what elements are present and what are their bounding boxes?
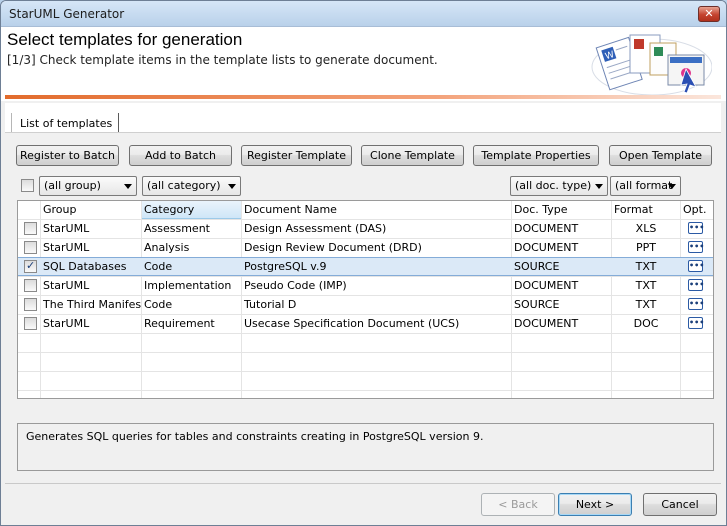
cell-category: Assessment: [144, 222, 210, 235]
documents-with-cursor-icon: W: [591, 34, 712, 96]
cell-document-name: PostgreSQL v.9: [244, 260, 327, 273]
cell-format: TXT: [635, 279, 657, 292]
header-accent-line: [5, 95, 721, 99]
template-description: Generates SQL queries for tables and con…: [17, 423, 714, 471]
templates-grid: Group Category Document Name Doc. Type F…: [17, 200, 714, 399]
chevron-down-icon: [595, 184, 603, 189]
window-title: StarUML Generator: [9, 7, 125, 21]
cell-group: The Third Manifesto: [43, 298, 141, 311]
row-checkbox[interactable]: [24, 279, 37, 292]
options-ellipsis-button[interactable]: •••: [688, 222, 704, 234]
cell-group: StarUML: [43, 279, 90, 292]
cell-format: TXT: [635, 260, 657, 273]
cell-category: Implementation: [144, 279, 232, 292]
cell-doc-type: DOCUMENT: [514, 317, 579, 330]
column-header-doc-type[interactable]: Doc. Type: [512, 201, 611, 219]
chevron-down-icon: [124, 184, 132, 189]
cell-document-name: Pseudo Code (IMP): [244, 279, 347, 292]
table-row[interactable]: The Third Manifesto Code Tutorial D SOUR…: [18, 295, 713, 314]
add-to-batch-button[interactable]: Add to Batch: [129, 145, 232, 166]
register-to-batch-button[interactable]: Register to Batch: [16, 145, 119, 166]
row-checkbox[interactable]: [24, 298, 37, 311]
cell-format: TXT: [635, 298, 657, 311]
back-button[interactable]: < Back: [481, 493, 555, 516]
select-all-checkbox[interactable]: [21, 179, 34, 192]
row-checkbox[interactable]: [24, 259, 37, 273]
options-ellipsis-button[interactable]: •••: [688, 260, 704, 272]
category-filter-value: (all category): [147, 179, 221, 192]
cell-category: Code: [144, 260, 173, 273]
chevron-down-icon: [228, 184, 236, 189]
clone-template-button[interactable]: Clone Template: [361, 145, 464, 166]
column-header-document-name[interactable]: Document Name: [242, 201, 511, 219]
cell-doc-type: DOCUMENT: [514, 222, 579, 235]
next-button[interactable]: Next >: [558, 493, 632, 516]
tab-strip: List of templates: [5, 103, 721, 135]
cell-format: XLS: [635, 222, 657, 235]
table-row[interactable]: StarUML Assessment Design Assessment (DA…: [18, 219, 713, 238]
cell-doc-type: DOCUMENT: [514, 241, 579, 254]
group-filter-value: (all group): [44, 179, 101, 192]
options-ellipsis-button[interactable]: •••: [688, 279, 704, 291]
column-header-format[interactable]: Format: [612, 201, 680, 219]
table-row[interactable]: StarUML Requirement Usecase Specificatio…: [18, 314, 713, 333]
cell-doc-type: DOCUMENT: [514, 279, 579, 292]
open-template-button[interactable]: Open Template: [609, 145, 712, 166]
column-header-opt[interactable]: Opt.: [681, 201, 713, 219]
cell-category: Requirement: [144, 317, 215, 330]
register-template-button[interactable]: Register Template: [241, 145, 352, 166]
row-divider: [18, 352, 713, 353]
cell-document-name: Usecase Specification Document (UCS): [244, 317, 460, 330]
cell-group: StarUML: [43, 222, 90, 235]
template-properties-button[interactable]: Template Properties: [473, 145, 599, 166]
column-header-category[interactable]: Category: [142, 201, 241, 219]
cell-group: StarUML: [43, 241, 90, 254]
footer-divider: [5, 483, 721, 484]
cell-document-name: Design Assessment (DAS): [244, 222, 387, 235]
doc-type-filter-value: (all doc. type): [515, 179, 592, 192]
cell-doc-type: SOURCE: [514, 260, 560, 273]
wizard-header: Select templates for generation [1/3] Ch…: [1, 27, 726, 101]
table-row[interactable]: SQL Databases Code PostgreSQL v.9 SOURCE…: [18, 257, 713, 276]
table-row[interactable]: StarUML Analysis Design Review Document …: [18, 238, 713, 257]
cell-document-name: Tutorial D: [244, 298, 297, 311]
row-divider: [18, 333, 713, 334]
page-title: Select templates for generation: [7, 30, 243, 49]
row-checkbox[interactable]: [24, 317, 37, 330]
format-filter-value: (all format: [615, 179, 673, 192]
cell-category: Analysis: [144, 241, 190, 254]
cell-format: DOC: [633, 317, 659, 330]
cell-group: SQL Databases: [43, 260, 127, 273]
cancel-button[interactable]: Cancel: [643, 493, 717, 516]
cell-format: PPT: [636, 241, 656, 254]
generator-window: StarUML Generator ✕ Select templates for…: [0, 0, 727, 526]
options-ellipsis-button[interactable]: •••: [688, 241, 704, 253]
row-divider: [18, 371, 713, 372]
row-divider: [18, 390, 713, 391]
column-header-group[interactable]: Group: [41, 201, 141, 219]
row-checkbox[interactable]: [24, 222, 37, 235]
group-filter-select[interactable]: (all group): [39, 176, 137, 196]
cell-category: Code: [144, 298, 173, 311]
templates-panel: Register to Batch Add to Batch Register …: [5, 132, 721, 517]
format-filter-select[interactable]: (all format: [610, 176, 681, 196]
title-bar[interactable]: StarUML Generator ✕: [1, 1, 726, 27]
table-row[interactable]: StarUML Implementation Pseudo Code (IMP)…: [18, 276, 713, 295]
row-checkbox[interactable]: [24, 241, 37, 254]
close-button[interactable]: ✕: [698, 6, 720, 22]
page-subtitle: [1/3] Check template items in the templa…: [7, 53, 438, 67]
cell-doc-type: SOURCE: [514, 298, 560, 311]
doc-type-filter-select[interactable]: (all doc. type): [510, 176, 608, 196]
cell-document-name: Design Review Document (DRD): [244, 241, 422, 254]
options-ellipsis-button[interactable]: •••: [688, 317, 704, 329]
options-ellipsis-button[interactable]: •••: [688, 298, 704, 310]
chevron-down-icon: [668, 184, 676, 189]
category-filter-select[interactable]: (all category): [142, 176, 241, 196]
cell-group: StarUML: [43, 317, 90, 330]
